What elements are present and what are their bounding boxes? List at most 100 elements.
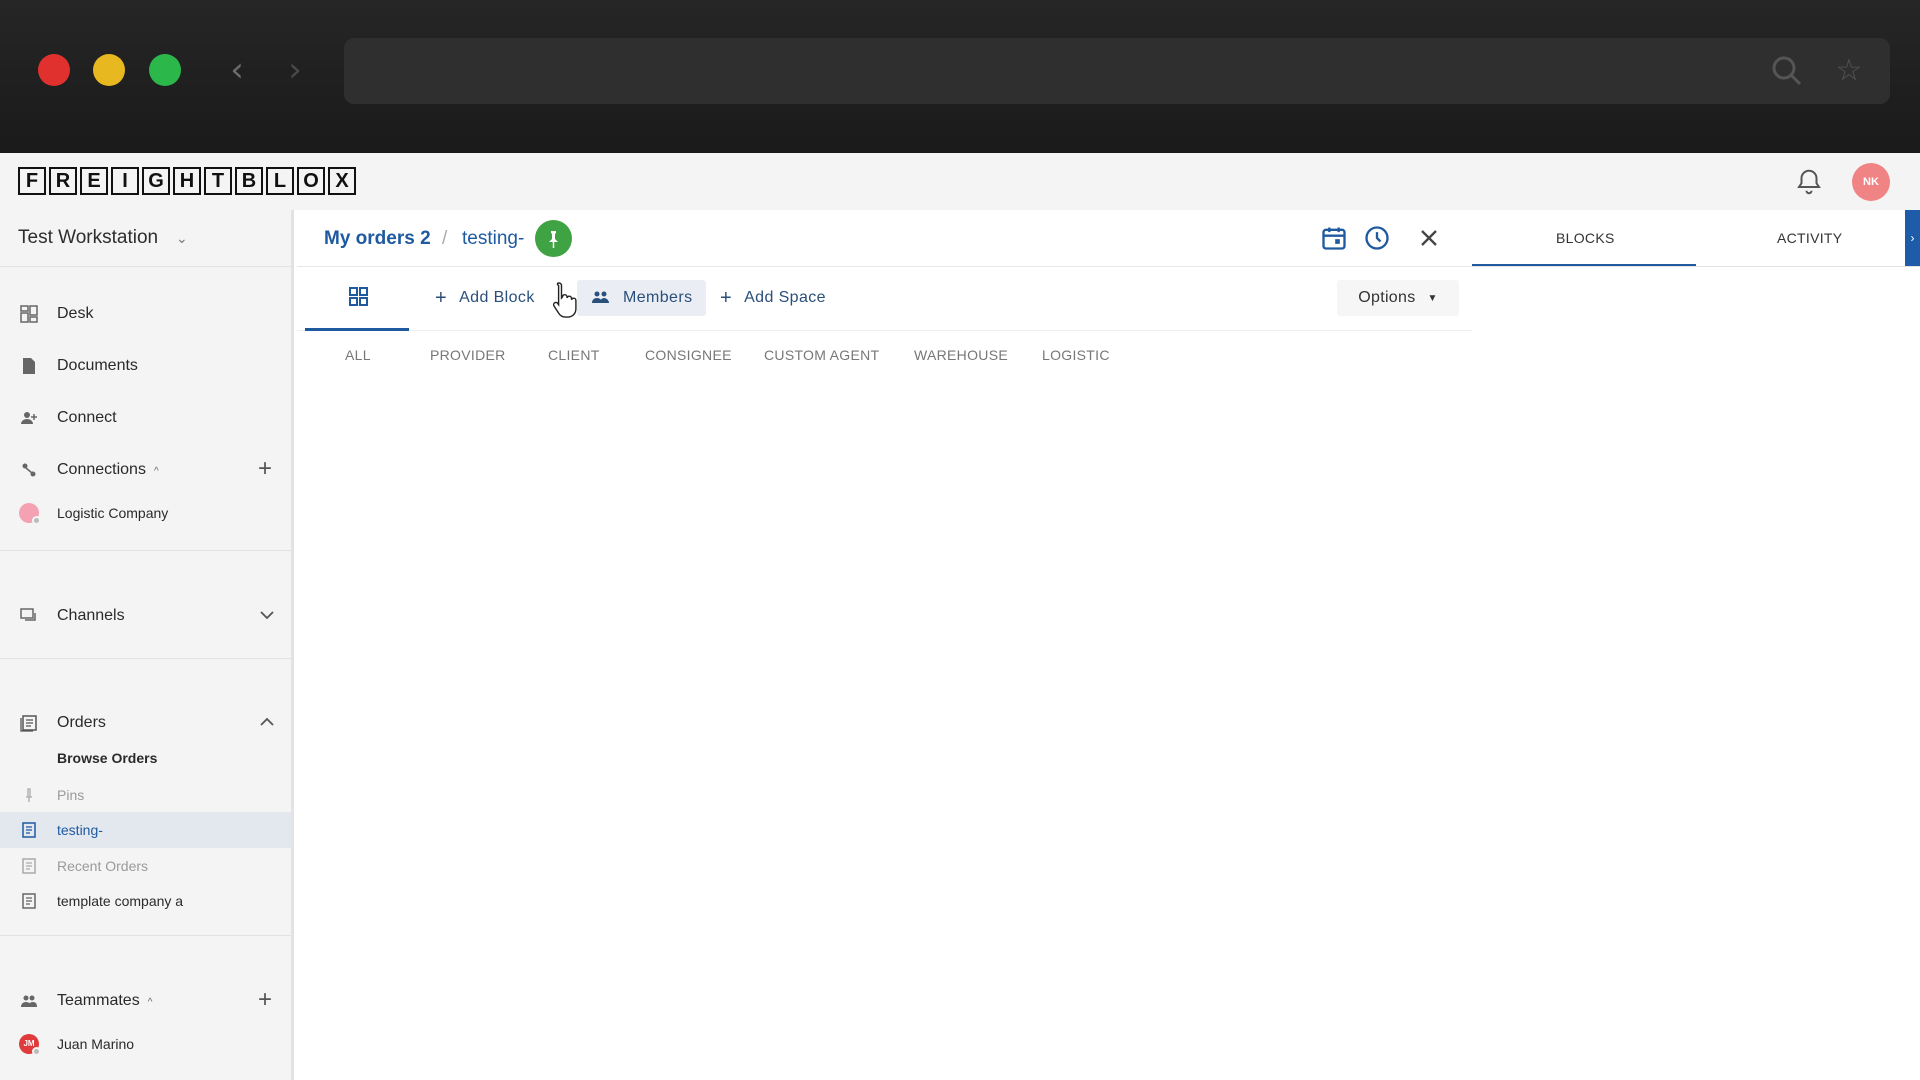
sidebar-item-browse-orders[interactable]: Browse Orders	[0, 741, 291, 777]
orders-icon	[20, 715, 37, 732]
options-label: Options	[1358, 289, 1416, 306]
chevron-up-icon: ^	[153, 466, 159, 477]
order-icon	[22, 893, 36, 909]
document-icon	[23, 358, 35, 374]
sidebar-section-teammates[interactable]: Teammates ^ +	[0, 983, 291, 1019]
sidebar-item-connect[interactable]: Connect	[0, 400, 291, 436]
breadcrumb-parent[interactable]: My orders 2	[324, 228, 431, 250]
filter-consignee[interactable]: CONSIGNEE	[645, 347, 732, 363]
sidebar-item-template-company[interactable]: template company a	[0, 883, 291, 919]
tab-activity[interactable]: ACTIVITY	[1777, 230, 1842, 246]
sidebar-item-label: Documents	[57, 357, 138, 374]
bookmark-star-icon[interactable]: ☆	[1832, 54, 1866, 88]
sidebar-item-recent-orders[interactable]: Recent Orders	[0, 848, 291, 884]
window-close-button[interactable]	[38, 54, 70, 86]
teammate-avatar: JM	[19, 1034, 41, 1056]
members-label: Members	[623, 289, 693, 306]
window-maximize-button[interactable]	[149, 54, 181, 86]
logo-letter: F	[18, 167, 46, 195]
sidebar: Test Workstation ⌄ Desk Documents Connec…	[0, 210, 294, 1080]
logo-letter: E	[80, 167, 108, 195]
members-button[interactable]: Members	[577, 280, 707, 316]
options-dropdown[interactable]: Options ▼	[1337, 280, 1459, 316]
sidebar-section-label: Teammates ^	[57, 992, 152, 1010]
sidebar-item-label: Browse Orders	[57, 750, 158, 766]
panel-collapse-chevron-icon[interactable]: ›	[1905, 210, 1920, 266]
tab-blocks[interactable]: BLOCKS	[1556, 230, 1615, 246]
back-arrow-icon[interactable]: ‹	[222, 52, 252, 88]
search-icon[interactable]	[1770, 54, 1804, 88]
sidebar-item-label: Pins	[57, 787, 85, 803]
pin-badge-icon[interactable]	[535, 220, 572, 257]
add-teammate-button[interactable]: +	[258, 986, 272, 1014]
sidebar-item-label: Juan Marino	[57, 1036, 135, 1052]
breadcrumb: My orders 2 / testing-	[297, 210, 1472, 267]
sidebar-section-label: Orders	[57, 714, 106, 731]
connections-icon	[22, 463, 36, 477]
sidebar-section-channels[interactable]: Channels	[0, 598, 291, 634]
sidebar-item-pins[interactable]: Pins	[0, 777, 291, 813]
party-filter-tabs: ALL PROVIDER CLIENT CONSIGNEE CUSTOM AGE…	[297, 331, 1472, 381]
teammates-icon	[21, 995, 37, 1007]
sidebar-section-connections[interactable]: Connections ^ +	[0, 452, 291, 488]
breadcrumb-separator: /	[442, 228, 448, 249]
sidebar-item-logistic-company[interactable]: Logistic Company	[0, 495, 291, 531]
logo-letter: L	[266, 167, 294, 195]
workspace-name[interactable]: Test Workstation	[18, 227, 158, 249]
filter-client[interactable]: CLIENT	[548, 347, 600, 363]
grid-view-icon	[349, 287, 368, 306]
calendar-icon[interactable]	[1320, 224, 1348, 252]
chevron-down-icon[interactable]	[258, 606, 276, 624]
app-window: FREIGHTBLOX NK Test Workstation ⌄ Desk D…	[0, 153, 1920, 1080]
chevron-up-icon: ^	[147, 997, 153, 1008]
add-space-label: Add Space	[744, 289, 826, 306]
divider	[0, 658, 291, 659]
connections-label: Connections	[57, 461, 146, 478]
filter-provider[interactable]: PROVIDER	[430, 347, 506, 363]
window-minimize-button[interactable]	[93, 54, 125, 86]
filter-custom-agent[interactable]: CUSTOM AGENT	[764, 347, 879, 363]
sidebar-item-desk[interactable]: Desk	[0, 296, 291, 332]
filter-warehouse[interactable]: WAREHOUSE	[914, 347, 1008, 363]
freightblox-logo[interactable]: FREIGHTBLOX	[18, 167, 356, 195]
sidebar-section-label: Channels	[57, 607, 125, 624]
members-icon	[592, 291, 609, 303]
hand-cursor-icon	[552, 282, 577, 318]
filter-all[interactable]: ALL	[345, 347, 371, 363]
divider	[0, 266, 294, 267]
user-avatar[interactable]: NK	[1852, 163, 1890, 201]
chevron-down-icon[interactable]: ⌄	[176, 230, 188, 247]
caret-down-icon: ▼	[1427, 292, 1438, 304]
clock-icon[interactable]	[1363, 224, 1391, 252]
dashboard-icon	[20, 305, 38, 323]
teammates-label: Teammates	[57, 992, 140, 1009]
chat-icon	[20, 608, 36, 621]
breadcrumb-current[interactable]: testing-	[462, 228, 524, 250]
add-space-button[interactable]: + Add Space	[706, 280, 840, 316]
add-connection-button[interactable]: +	[258, 455, 272, 483]
logo-letter: G	[142, 167, 170, 195]
address-bar[interactable]	[344, 38, 1890, 104]
sidebar-item-label: template company a	[57, 893, 184, 909]
tab-grid-view[interactable]	[305, 267, 409, 331]
sidebar-section-orders[interactable]: Orders	[0, 705, 291, 741]
logo-letter: I	[111, 167, 139, 195]
divider	[1472, 266, 1920, 267]
filter-logistic[interactable]: LOGISTIC	[1042, 347, 1110, 363]
order-toolbar: + Add Block Members + Add Space Options …	[297, 267, 1472, 331]
sidebar-item-documents[interactable]: Documents	[0, 348, 291, 384]
chevron-up-icon[interactable]	[258, 713, 276, 731]
sidebar-item-label: testing-	[57, 822, 103, 838]
add-block-button[interactable]: + Add Block	[421, 280, 549, 316]
top-bar: FREIGHTBLOX NK	[0, 153, 1920, 210]
logo-letter: H	[173, 167, 201, 195]
forward-arrow-icon[interactable]: ›	[280, 52, 310, 88]
notification-bell-icon[interactable]	[1794, 167, 1824, 197]
logo-letter: B	[235, 167, 263, 195]
teammate-initials: JM	[23, 1039, 35, 1048]
sidebar-item-testing[interactable]: testing-	[0, 812, 291, 848]
sidebar-item-label: Connect	[57, 409, 117, 426]
close-icon[interactable]	[1415, 224, 1443, 252]
order-icon	[22, 858, 36, 874]
sidebar-item-juan-marino[interactable]: JM Juan Marino	[0, 1026, 291, 1062]
